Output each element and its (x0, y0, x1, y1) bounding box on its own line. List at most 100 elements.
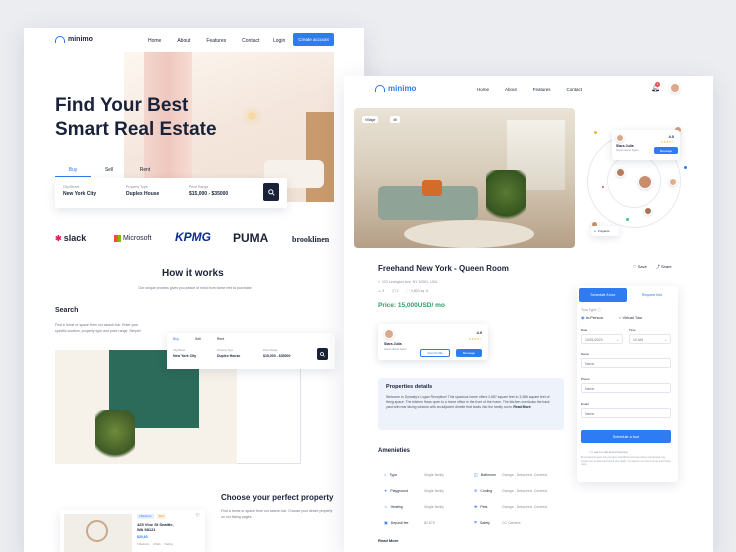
name-input[interactable]: Name (581, 358, 671, 368)
date-select[interactable]: 10/01/2023 ⌄ (581, 334, 623, 344)
property-card-stats: 3 Bedroom 2 Bath Parking (137, 543, 173, 546)
share-label: Share (660, 264, 672, 269)
agent-avatar[interactable] (616, 168, 625, 177)
amenity-safety-label: Safety (480, 520, 490, 525)
radio-virtual-tour[interactable]: ○ Virtual Tour (619, 315, 643, 320)
login-link[interactable]: Login (273, 38, 285, 44)
mini-tab-rent[interactable]: Rent (217, 337, 224, 341)
hero-title: Find Your Best Smart Real Estate (55, 94, 235, 142)
mini-tab-buy[interactable]: Buy (173, 337, 179, 341)
search-section-text: Find a home or space from our search bar… (55, 323, 141, 333)
virtual-tour-label: Virtual Tour (622, 315, 643, 320)
mini-search-button[interactable] (317, 348, 328, 360)
email-input[interactable]: Name (581, 408, 671, 418)
amenity-heating-label: Heating (390, 504, 403, 509)
nav-home[interactable]: Home (477, 87, 489, 92)
financing-checkbox[interactable]: ☐ I want to talk about financing (589, 450, 628, 454)
orbit-agent-name: Slara Julia (616, 144, 634, 148)
logo[interactable]: minimo (55, 36, 93, 43)
agent-avatar[interactable] (669, 178, 677, 186)
orbit-agent-avatar (616, 134, 624, 142)
tab-request-info[interactable]: Request Info (629, 288, 675, 302)
amenity-pets: ❀ Pets Garage - Detached, Covered (474, 504, 564, 509)
price-range-field[interactable]: Price Range $15,000 - $35000 (189, 185, 228, 197)
email-label: Email (581, 402, 589, 406)
image-tag-4k-text: 4K (393, 117, 398, 122)
meta-bedrooms: ▭ 3 (378, 289, 384, 293)
orbit-agent-card: Slara Julia Home Owner Agent 4.0 ★★★★☆ M… (612, 130, 680, 160)
amenity-cooling-label: Cooling (480, 488, 493, 493)
phone-label: Phone (581, 377, 590, 381)
tour-type-options: ◉ In-Person ○ Virtual Tour (581, 315, 643, 320)
mini-city-field[interactable]: City/Street New York City (173, 349, 196, 358)
create-account-button[interactable]: Create account (293, 33, 334, 46)
phone-input[interactable]: Name (581, 383, 671, 393)
time-select[interactable]: 10 AM ⌄ (629, 334, 671, 344)
agent-avatar-center[interactable] (638, 175, 652, 189)
orbit-dot (602, 186, 604, 188)
nav-features[interactable]: Features (206, 38, 226, 44)
nav-features[interactable]: Features (533, 87, 551, 92)
mini-property-type-field[interactable]: Property Type Duplex House (217, 349, 240, 358)
search-section-title: Search (55, 307, 79, 314)
plant-decor (486, 170, 526, 226)
property-type-field[interactable]: Property Type Duplex House (126, 185, 159, 197)
tab-buy[interactable]: Buy (55, 167, 91, 177)
mini-tab-sell[interactable]: Sell (195, 337, 201, 341)
amenity-deposit: ▣ Deposit fee $2,875 (384, 520, 464, 525)
agent-rating: 4.0 (476, 330, 482, 335)
disclaimer-text: By pressing Request Info you agree that … (581, 457, 671, 467)
logo[interactable]: minimo (375, 84, 416, 93)
nav-contact[interactable]: Contact (242, 38, 259, 44)
amenity-pets-value: Garage - Detached, Covered (502, 504, 547, 509)
read-more-link[interactable]: Read More (378, 538, 398, 543)
mirror-decor (86, 520, 108, 542)
user-avatar[interactable] (670, 83, 680, 93)
rating-stars-icon: ★★★★☆ (468, 337, 482, 341)
city-field[interactable]: City/Street New York City (63, 185, 96, 197)
price-range-label: Price Range (189, 185, 209, 189)
mini-price-range-field[interactable]: Price Range $15,000 - $35000 (263, 349, 290, 358)
mini-search-tabs: Buy Sell Rent (173, 337, 224, 341)
nav-contact[interactable]: Contact (567, 87, 583, 92)
agent-avatar[interactable] (644, 207, 652, 215)
tab-rent[interactable]: Rent (127, 167, 163, 177)
heart-icon[interactable]: ♡ (196, 513, 200, 519)
amenity-type: ⌂ Type Single family (384, 472, 464, 477)
bed-icon: ▭ (378, 289, 382, 293)
nav-about[interactable]: About (177, 38, 190, 44)
chevron-down-icon: ⌄ (664, 338, 667, 342)
brand-slack: ✱ slack (55, 233, 86, 243)
schedule-tour-submit-button[interactable]: Schedule a tour (581, 430, 671, 443)
search-button[interactable] (263, 183, 279, 201)
orbit-agent-rating: 4.0 (668, 134, 674, 139)
stat-bedroom: 3 Bedroom (137, 543, 150, 546)
radio-in-person[interactable]: ◉ In-Person (581, 315, 603, 320)
microsoft-icon (114, 235, 121, 242)
notification-bell-icon[interactable]: 🔔︎ 2 (651, 82, 660, 92)
bath-icon: ◫ (392, 289, 396, 293)
property-card[interactable]: 3 Bedroom Rent ♡ 425 Vine St Seattle, WA… (60, 510, 205, 552)
amenity-cooling-value: Garage - Detached, Covered (502, 488, 547, 493)
nav-about[interactable]: About (505, 87, 517, 92)
city-label: City/Street (63, 185, 80, 189)
meta-baths-value: 2 (396, 289, 399, 293)
amenity-cooling: ❄ Cooling Garage - Detached, Covered (474, 488, 564, 493)
nav-home[interactable]: Home (148, 38, 161, 44)
message-button[interactable]: Message (456, 349, 482, 357)
notification-count-badge: 2 (655, 82, 660, 87)
main-nav: Home About Features Contact (148, 38, 259, 44)
save-button[interactable]: ♡ Save (633, 264, 647, 270)
tab-sell[interactable]: Sell (91, 167, 127, 177)
orbit-message-button[interactable]: Message (654, 147, 678, 154)
image-tag-village: Village (362, 116, 379, 123)
location-pin-icon: ⌖ (378, 280, 380, 284)
share-button[interactable]: ⤴ Share (656, 264, 672, 270)
tab-schedule-tour[interactable]: Schedule A tour (579, 288, 627, 302)
landing-page-card: minimo Home About Features Contact Login… (24, 28, 364, 552)
area-icon: ⬚ (406, 289, 410, 293)
image-tag-4k: 4K (390, 116, 401, 123)
view-profile-button[interactable]: View Profile (420, 349, 450, 357)
details-read-more-link[interactable]: Read More (513, 405, 530, 409)
amenity-heating: ♨ Heating Single family (384, 504, 464, 509)
